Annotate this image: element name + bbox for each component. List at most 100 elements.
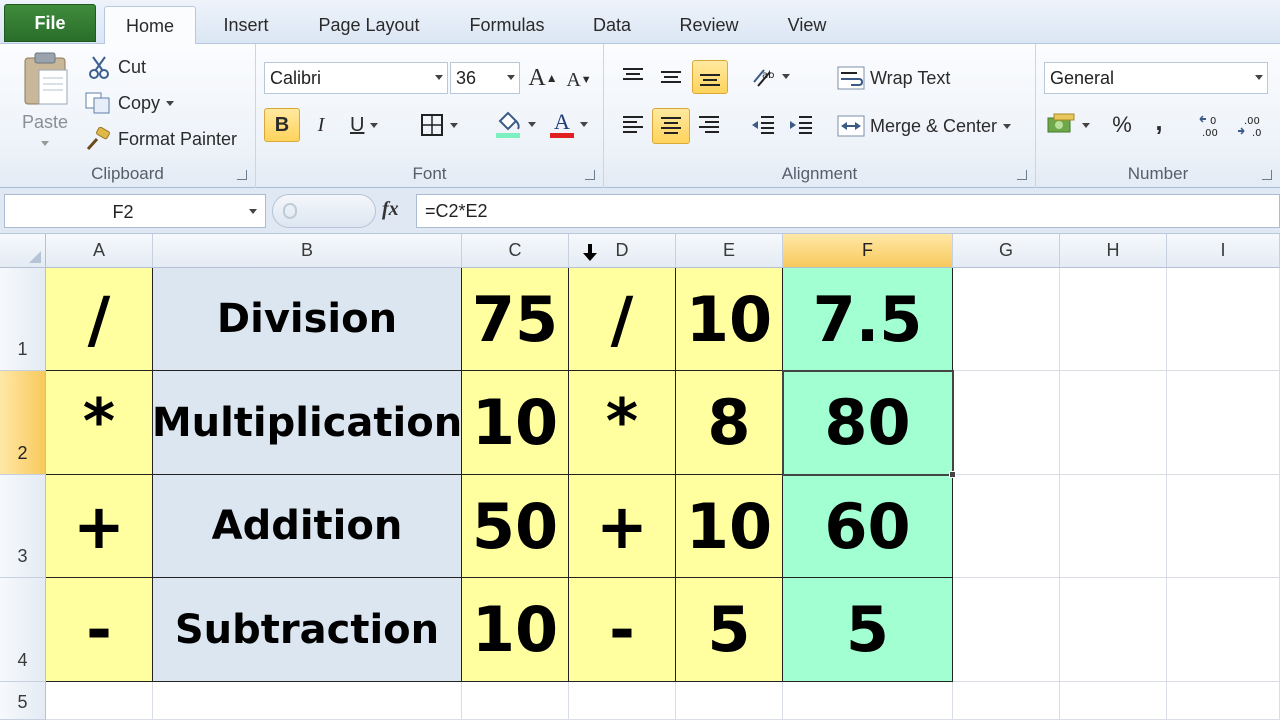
align-bottom-button[interactable] [692, 60, 728, 94]
row-header-4[interactable]: 4 [0, 578, 46, 682]
align-top-button[interactable] [616, 60, 650, 92]
format-painter-button[interactable]: Format Painter [84, 124, 237, 154]
cell-g2[interactable] [953, 371, 1060, 475]
fill-handle[interactable] [949, 471, 956, 478]
column-header-d[interactable]: D [569, 234, 676, 268]
column-header-g[interactable]: G [953, 234, 1060, 268]
tab-insert[interactable]: Insert [210, 6, 282, 44]
borders-dropdown-icon[interactable] [450, 122, 458, 128]
cell-c3[interactable]: 50 [462, 475, 569, 578]
tab-home[interactable]: Home [104, 6, 196, 45]
name-box-dropdown-icon[interactable] [249, 209, 257, 214]
column-header-b[interactable]: B [153, 234, 462, 268]
borders-button[interactable] [416, 108, 468, 142]
column-header-f[interactable]: F [783, 234, 953, 268]
cell-e1[interactable]: 10 [676, 268, 783, 371]
cell-c4[interactable]: 10 [462, 578, 569, 682]
percent-style-button[interactable]: % [1108, 108, 1136, 142]
fill-color-button[interactable] [492, 106, 540, 142]
paste-dropdown-icon[interactable] [41, 141, 49, 146]
cell-b5[interactable] [153, 682, 462, 720]
fill-color-dropdown-icon[interactable] [528, 121, 536, 127]
cell-h1[interactable] [1060, 268, 1167, 371]
cell-f2[interactable]: 80 [783, 371, 953, 475]
row-header-2[interactable]: 2 [0, 371, 46, 475]
accounting-dropdown-icon[interactable] [1082, 122, 1090, 128]
font-color-button[interactable]: A [546, 106, 594, 142]
cell-i5[interactable] [1167, 682, 1280, 720]
tab-formulas[interactable]: Formulas [458, 6, 556, 44]
align-center-button[interactable] [652, 108, 690, 144]
align-middle-button[interactable] [654, 60, 688, 92]
copy-button[interactable]: Copy [84, 88, 175, 118]
cell-h4[interactable] [1060, 578, 1167, 682]
column-header-i[interactable]: I [1167, 234, 1280, 268]
cell-d2[interactable]: * [569, 371, 676, 475]
comma-style-button[interactable]: , [1146, 104, 1172, 138]
cell-a3[interactable]: + [46, 475, 153, 578]
row-header-5[interactable]: 5 [0, 682, 46, 720]
row-header-1[interactable]: 1 [0, 268, 46, 371]
decrease-indent-button[interactable] [746, 108, 780, 142]
formula-expand-handle[interactable] [272, 194, 376, 228]
cell-e3[interactable]: 10 [676, 475, 783, 578]
alignment-dialog-launcher-icon[interactable] [1017, 170, 1027, 180]
column-header-h[interactable]: H [1060, 234, 1167, 268]
cell-i4[interactable] [1167, 578, 1280, 682]
font-color-dropdown-icon[interactable] [580, 121, 588, 127]
cell-c1[interactable]: 75 [462, 268, 569, 371]
cell-e2[interactable]: 8 [676, 371, 783, 475]
cell-h3[interactable] [1060, 475, 1167, 578]
paste-button[interactable]: Paste [14, 50, 76, 154]
cell-a2[interactable]: * [46, 371, 153, 475]
decrease-decimal-button[interactable]: .00.0 [1234, 110, 1268, 142]
cell-d5[interactable] [569, 682, 676, 720]
cell-f3[interactable]: 60 [783, 475, 953, 578]
cell-b1[interactable]: Division [153, 268, 462, 371]
merge-center-button[interactable]: Merge & Center [836, 110, 1012, 142]
cell-b2[interactable]: Multiplication [152, 371, 462, 475]
cell-h2[interactable] [1060, 371, 1167, 475]
align-left-button[interactable] [616, 108, 650, 142]
cell-c5[interactable] [462, 682, 569, 720]
cell-g1[interactable] [953, 268, 1060, 371]
font-size-dropdown-icon[interactable] [507, 75, 515, 80]
tab-view[interactable]: View [776, 6, 838, 44]
cell-g4[interactable] [953, 578, 1060, 682]
underline-dropdown-icon[interactable] [370, 122, 379, 128]
number-format-dropdown-icon[interactable] [1255, 75, 1263, 80]
bold-button[interactable]: B [264, 108, 300, 142]
cell-e4[interactable]: 5 [676, 578, 783, 682]
cell-a4[interactable]: - [46, 578, 153, 682]
select-all-button[interactable] [0, 234, 46, 268]
cell-i3[interactable] [1167, 475, 1280, 578]
name-box[interactable]: F2 [4, 194, 266, 228]
cell-d3[interactable]: + [569, 475, 676, 578]
tab-data[interactable]: Data [582, 6, 642, 44]
number-format-combo[interactable]: General [1044, 62, 1268, 94]
clipboard-dialog-launcher-icon[interactable] [237, 170, 247, 180]
number-dialog-launcher-icon[interactable] [1262, 170, 1272, 180]
column-header-c[interactable]: C [462, 234, 569, 268]
cell-d1[interactable]: / [569, 268, 676, 371]
font-name-combo[interactable]: Calibri [264, 62, 448, 94]
increase-indent-button[interactable] [784, 108, 818, 142]
italic-button[interactable]: I [306, 108, 336, 142]
merge-center-dropdown-icon[interactable] [1003, 123, 1012, 129]
cell-f4[interactable]: 5 [783, 578, 953, 682]
tab-file[interactable]: File [4, 4, 96, 42]
cell-c2[interactable]: 10 [462, 371, 569, 475]
align-right-button[interactable] [692, 108, 726, 142]
cell-b4[interactable]: Subtraction [153, 578, 462, 682]
formula-input[interactable]: =C2*E2 [416, 194, 1280, 228]
wrap-text-button[interactable]: Wrap Text [836, 62, 950, 94]
column-header-a[interactable]: A [46, 234, 153, 268]
shrink-font-button[interactable]: A ▼ [564, 64, 594, 96]
cell-g3[interactable] [953, 475, 1060, 578]
cell-a5[interactable] [46, 682, 153, 720]
font-name-dropdown-icon[interactable] [435, 75, 443, 80]
insert-function-button[interactable]: fx [382, 198, 399, 221]
cell-i2[interactable] [1167, 371, 1280, 475]
increase-decimal-button[interactable]: 0.00 [1196, 110, 1230, 142]
cell-a1[interactable]: / [46, 268, 153, 371]
